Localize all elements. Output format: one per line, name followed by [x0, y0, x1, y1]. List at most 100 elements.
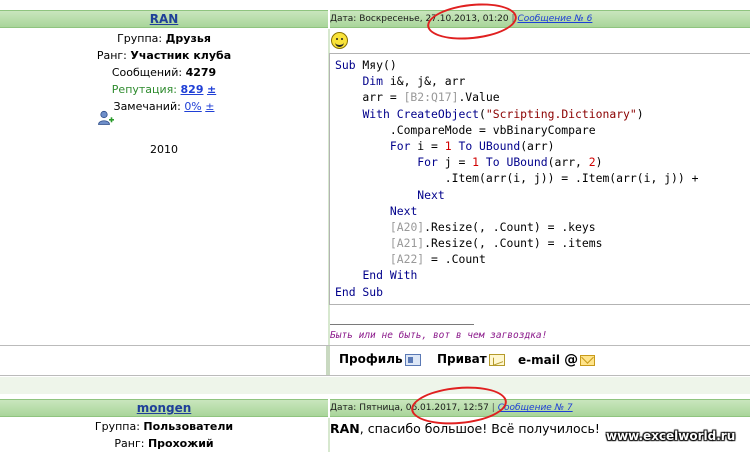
private-label: Приват	[437, 352, 487, 366]
code-token: (	[479, 106, 486, 121]
code-line: Next	[335, 187, 750, 203]
code-token: [A21]	[389, 236, 425, 251]
code-token: )	[636, 106, 644, 121]
post1-rank-value: Участник клуба	[130, 49, 232, 62]
post2-username[interactable]: mongen	[137, 401, 192, 415]
code-token: .Resize(, .Count) = .items	[424, 236, 603, 251]
code-line: For i = 1 To UBound(arr)	[335, 138, 750, 154]
post1-messages-row: Сообщений: 4279	[0, 64, 328, 81]
code-token: With	[362, 106, 390, 121]
code-token: )	[595, 155, 603, 170]
code-token: .Value	[458, 90, 500, 105]
code-line: [A22] = .Count	[335, 251, 750, 267]
code-token: = .Count	[424, 252, 486, 267]
code-token: .CompareMode = vbBinaryCompare	[335, 122, 596, 137]
private-message-button[interactable]: Приват	[437, 352, 505, 366]
post1-group-row: Группа: Друзья	[0, 30, 328, 47]
posts-spacer	[0, 377, 750, 394]
code-token: 1	[444, 138, 452, 153]
code-line: [A21].Resize(, .Count) = .items	[335, 235, 750, 251]
code-token: i =	[410, 138, 445, 153]
site-watermark: www.excelworld.ru	[606, 429, 736, 443]
code-token: (arr)	[520, 138, 555, 153]
post2-user-info: Группа: Пользователи Ранг: Прохожий	[0, 418, 328, 452]
post1-reputation-row: Репутация: 829 ±	[0, 81, 328, 98]
code-line: Dim i&, j&, arr	[335, 73, 750, 89]
email-label: e-mail	[518, 353, 560, 367]
post1-message-link[interactable]: Сообщение № 6	[517, 14, 592, 24]
post2-message-link[interactable]: Сообщение № 7	[498, 403, 573, 413]
smiley-icon	[331, 32, 348, 49]
post1-reputation-label: Репутация:	[111, 83, 178, 96]
post2-rank-value: Прохожий	[147, 437, 214, 450]
code-token: "Scripting.Dictionary"	[485, 106, 637, 121]
post2-author-header: mongen	[0, 399, 328, 417]
post1-year: 2010	[150, 143, 178, 156]
post1-reputation-value[interactable]: 829	[181, 83, 204, 96]
post1-meta-header: Дата: Воскресенье, 27.10.2013, 01:20 | С…	[330, 10, 750, 28]
post1-reputation-plusminus[interactable]: ±	[207, 83, 216, 96]
add-friend-icon[interactable]	[97, 110, 115, 126]
post1-remarks-value[interactable]: 0%	[184, 100, 201, 113]
code-line: .CompareMode = vbBinaryCompare	[335, 122, 750, 138]
code-token: 2	[588, 155, 596, 170]
code-token: j =	[437, 155, 473, 170]
code-token: .Resize(, .Count) = .keys	[424, 219, 596, 234]
code-block[interactable]: Sub Мяу() Dim i&, j&, arr arr = [B2:Q17]…	[329, 53, 750, 305]
post2-group-label: Группа:	[94, 420, 140, 433]
code-line: .Item(arr(i, j)) = .Item(arr(i, j)) +	[335, 170, 750, 186]
code-token: UBound	[506, 155, 548, 170]
post1-remarks-plusminus[interactable]: ±	[205, 100, 214, 113]
post2-group-value: Пользователи	[143, 420, 234, 433]
code-line: arr = [B2:Q17].Value	[335, 89, 750, 105]
post1-username[interactable]: RAN	[150, 12, 179, 26]
post1-remarks-row: Замечаний: 0% ±	[0, 98, 328, 115]
code-line: [A20].Resize(, .Count) = .keys	[335, 219, 750, 235]
code-token: [A22]	[389, 252, 425, 267]
envelope-icon	[580, 355, 596, 366]
post2-meta-header: Дата: Пятница, 06.01.2017, 12:57 | Сообщ…	[330, 399, 750, 417]
email-button[interactable]: e-mail @	[518, 352, 596, 368]
code-token: [B2:Q17]	[403, 90, 459, 105]
code-line: Sub Мяу()	[335, 57, 750, 73]
post1-signature: Быть или не быть, вот в чем загвоздка!	[330, 330, 548, 341]
code-token: End Sub	[335, 284, 384, 299]
code-token: 1	[472, 155, 480, 170]
signature-divider	[330, 324, 474, 325]
post1-rank-label: Ранг:	[96, 49, 127, 62]
post2-message-text: , спасибо большое! Всё получилось!	[359, 421, 600, 436]
profile-button[interactable]: Профиль	[339, 352, 421, 366]
code-token: .Item(arr(i, j)) = .Item(arr(i, j)) +	[335, 171, 699, 186]
code-token: CreateObject	[396, 106, 480, 121]
code-token: (arr,	[547, 155, 589, 170]
code-token: Next	[389, 203, 418, 218]
post2-mention: RAN	[330, 421, 360, 436]
at-icon: @	[564, 352, 579, 368]
profile-bar: Профиль Приват e-mail @	[0, 345, 750, 376]
post2-rank-row: Ранг: Прохожий	[0, 435, 328, 452]
code-line: End With	[335, 267, 750, 283]
post1-remarks-label: Замечаний:	[113, 100, 181, 113]
profile-card-icon	[404, 353, 421, 366]
code-token: Мяу()	[355, 58, 397, 72]
code-token: To	[485, 155, 500, 170]
private-message-icon	[488, 353, 505, 366]
code-token: Dim	[362, 74, 384, 89]
code-token: Next	[417, 187, 445, 202]
code-token: i&, j&, arr	[383, 74, 466, 89]
code-token: For	[417, 155, 438, 170]
post1-messages-label: Сообщений:	[111, 66, 183, 79]
post2-rank-label: Ранг:	[114, 437, 145, 450]
code-token: arr =	[335, 90, 404, 105]
